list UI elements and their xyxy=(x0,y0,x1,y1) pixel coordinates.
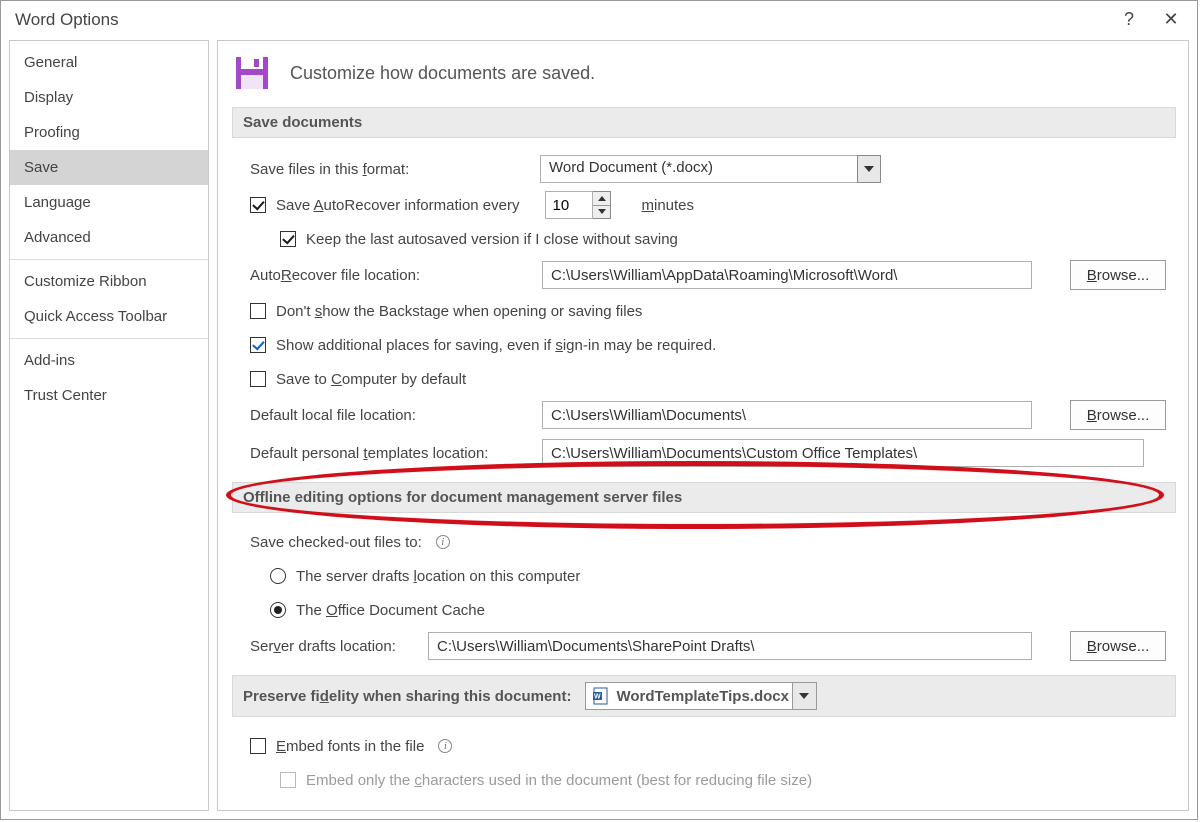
server-drafts-location-input[interactable] xyxy=(428,632,1032,660)
save-format-dropdown-button[interactable] xyxy=(857,155,881,183)
radio-office-cache[interactable] xyxy=(270,602,286,618)
preserve-fidelity-document-name: WordTemplateTips.docx xyxy=(616,688,793,705)
browse-default-local-button[interactable]: Browse... xyxy=(1070,400,1166,430)
default-templates-location-label: Default personal templates location: xyxy=(250,445,532,462)
window-title: Word Options xyxy=(15,10,119,30)
sidebar-item-save[interactable]: Save xyxy=(10,150,208,185)
info-icon[interactable]: i xyxy=(438,739,452,753)
section-header-preserve-fidelity: Preserve fidelity when sharing this docu… xyxy=(232,675,1176,717)
sidebar-item-proofing[interactable]: Proofing xyxy=(10,115,208,150)
browse-server-drafts-button[interactable]: Browse... xyxy=(1070,631,1166,661)
sidebar-item-trust-center[interactable]: Trust Center xyxy=(10,378,208,413)
preserve-fidelity-dropdown-button[interactable] xyxy=(792,683,816,709)
embed-characters-checkbox xyxy=(280,772,296,788)
save-to-computer-checkbox[interactable] xyxy=(250,371,266,387)
page-header: Customize how documents are saved. xyxy=(290,63,595,84)
sidebar-item-advanced[interactable]: Advanced xyxy=(10,220,208,255)
sidebar-item-display[interactable]: Display xyxy=(10,80,208,115)
spinner-down[interactable] xyxy=(593,206,610,219)
default-local-location-label: Default local file location: xyxy=(250,407,532,424)
section-header-offline-editing: Offline editing options for document man… xyxy=(232,482,1176,513)
preserve-fidelity-document-dropdown[interactable]: W WordTemplateTips.docx xyxy=(585,682,817,710)
embed-fonts-checkbox[interactable] xyxy=(250,738,266,754)
autorecover-checkbox[interactable] xyxy=(250,197,266,213)
default-local-location-input[interactable] xyxy=(542,401,1032,429)
options-category-sidebar: General Display Proofing Save Language A… xyxy=(9,40,209,811)
save-to-computer-label: Save to Computer by default xyxy=(276,371,466,388)
options-content: Customize how documents are saved. Save … xyxy=(217,40,1189,811)
radio-office-cache-label: The Office Document Cache xyxy=(296,602,485,619)
embed-characters-label: Embed only the characters used in the do… xyxy=(306,772,812,789)
info-icon[interactable]: i xyxy=(436,535,450,549)
autorecover-minutes-input[interactable] xyxy=(545,191,593,219)
help-button[interactable]: ? xyxy=(1117,9,1141,30)
autorecover-label-pre: Save AutoRecover information every xyxy=(276,197,519,214)
save-checked-out-label: Save checked-out files to: xyxy=(250,534,422,551)
titlebar: Word Options ? ✕ xyxy=(1,1,1197,36)
word-options-dialog: Word Options ? ✕ General Display Proofin… xyxy=(0,0,1198,820)
sidebar-item-general[interactable]: General xyxy=(10,45,208,80)
word-doc-icon: W xyxy=(592,687,610,705)
sidebar-item-add-ins[interactable]: Add-ins xyxy=(10,343,208,378)
sidebar-item-language[interactable]: Language xyxy=(10,185,208,220)
spinner-up[interactable] xyxy=(593,192,610,206)
show-additional-places-label: Show additional places for saving, even … xyxy=(276,337,716,354)
autorecover-label-post: minutes xyxy=(641,197,694,214)
show-additional-places-checkbox[interactable] xyxy=(250,337,266,353)
embed-fonts-label: Embed fonts in the file xyxy=(276,738,424,755)
autorecover-location-input[interactable] xyxy=(542,261,1032,289)
dont-show-backstage-label: Don't show the Backstage when opening or… xyxy=(276,303,642,320)
browse-autorecover-button[interactable]: Browse... xyxy=(1070,260,1166,290)
keep-last-autosave-label: Keep the last autosaved version if I clo… xyxy=(306,231,678,248)
section-header-save-documents: Save documents xyxy=(232,107,1176,138)
keep-last-autosave-checkbox[interactable] xyxy=(280,231,296,247)
radio-server-drafts[interactable] xyxy=(270,568,286,584)
autorecover-location-label: AutoRecover file location: xyxy=(250,267,532,284)
autorecover-minutes-spinner[interactable] xyxy=(545,191,611,219)
save-disk-icon xyxy=(232,53,272,93)
dont-show-backstage-checkbox[interactable] xyxy=(250,303,266,319)
svg-text:W: W xyxy=(594,694,601,701)
server-drafts-location-label: Server drafts location: xyxy=(250,638,418,655)
radio-server-drafts-label: The server drafts location on this compu… xyxy=(296,568,580,585)
sidebar-item-customize-ribbon[interactable]: Customize Ribbon xyxy=(10,264,208,299)
save-format-dropdown[interactable]: Word Document (*.docx) xyxy=(540,155,858,183)
default-templates-location-input[interactable] xyxy=(542,439,1144,467)
preserve-fidelity-label: Preserve fidelity when sharing this docu… xyxy=(243,688,571,705)
close-button[interactable]: ✕ xyxy=(1159,9,1183,30)
save-format-label: Save files in this format: xyxy=(250,161,530,178)
sidebar-item-quick-access-toolbar[interactable]: Quick Access Toolbar xyxy=(10,299,208,334)
